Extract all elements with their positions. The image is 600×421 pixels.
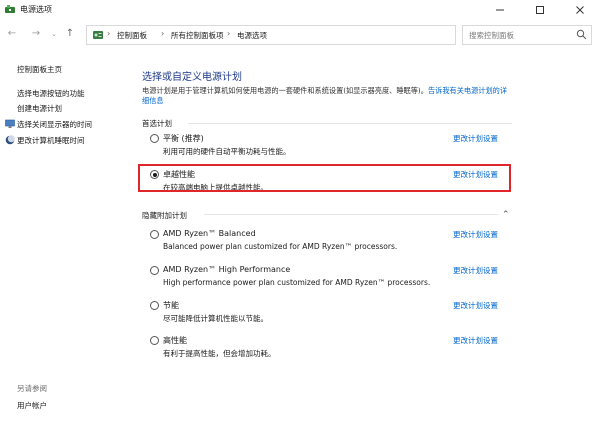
monitor-icon (5, 119, 15, 128)
hidden-plans-header: 隐藏附加计划 (142, 211, 187, 220)
maximize-icon (536, 6, 544, 14)
change-plan-settings-link[interactable]: 更改计划设置 (453, 300, 498, 311)
change-plan-settings-link[interactable]: 更改计划设置 (453, 265, 498, 276)
sidebar: 控制面板主页 选择电源按钮的功能 创建电源计划 选择关闭显示器的时间 更改计算机… (0, 46, 130, 421)
forward-button[interactable]: → (28, 26, 44, 42)
arrow-up-icon: ↑ (65, 28, 75, 39)
plan-radio-amd-high-performance[interactable] (150, 266, 159, 275)
description-text: 电源计划是用于管理计算机如何使用电源的一套硬件和系统设置(如显示器亮度、睡眠等)… (142, 86, 428, 95)
plan-name[interactable]: AMD Ryzen™ High Performance (163, 265, 290, 274)
plan-radio-amd-balanced[interactable] (150, 230, 159, 239)
main-content: 选择或自定义电源计划 电源计划是用于管理计算机如何使用电源的一套硬件和系统设置(… (130, 46, 600, 421)
address-bar[interactable]: › 控制面板 › 所有控制面板项 › 电源选项 ⌄ ↻ (86, 25, 527, 45)
power-options-window: 电源选项 ← → ⌄ ↑ › 控制面板 › 所有控制面板项 › 电源选项 搜索控… (0, 0, 600, 421)
breadcrumb-control-panel[interactable]: 控制面板 (117, 30, 147, 41)
section-divider (204, 214, 498, 215)
arrow-left-icon: ← (7, 28, 17, 39)
title-bar: 电源选项 (0, 0, 600, 20)
chevron-up-icon[interactable]: ⌃ (502, 210, 510, 220)
change-plan-settings-link[interactable]: 更改计划设置 (453, 229, 498, 240)
maximize-button[interactable] (520, 0, 560, 20)
minimize-button[interactable] (480, 0, 520, 20)
arrow-right-icon: → (31, 28, 41, 39)
sidebar-item-display-off[interactable]: 选择关闭显示器的时间 (17, 119, 92, 130)
page-description: 电源计划是用于管理计算机如何使用电源的一套硬件和系统设置(如显示器亮度、睡眠等)… (142, 86, 514, 106)
search-box[interactable]: 搜索控制面板 (462, 25, 592, 45)
search-input[interactable]: 搜索控制面板 (469, 30, 514, 41)
close-icon (576, 6, 584, 14)
plan-radio-balanced[interactable] (150, 134, 159, 143)
plan-high-performance: 高性能 有利于提高性能，但会增加功耗。 更改计划设置 (150, 334, 530, 366)
navigation-bar: ← → ⌄ ↑ › 控制面板 › 所有控制面板项 › 电源选项 ⌄ ↻ 搜索控制… (0, 24, 600, 46)
control-panel-icon (93, 31, 103, 39)
window-title: 电源选项 (20, 5, 52, 14)
preferred-plans-header: 首选计划 (142, 119, 172, 128)
breadcrumb-separator-icon: › (161, 29, 165, 38)
chevron-down-icon: ⌄ (51, 30, 57, 38)
recent-locations-button[interactable]: ⌄ (46, 26, 62, 42)
plan-description: 有利于提高性能，但会增加功耗。 (163, 349, 276, 358)
plan-amd-balanced: AMD Ryzen™ Balanced Balanced power plan … (150, 228, 530, 260)
power-options-icon (5, 5, 15, 13)
sidebar-item-sleep-time[interactable]: 更改计算机睡眠时间 (17, 135, 85, 146)
moon-icon (5, 135, 15, 145)
close-button[interactable] (560, 0, 600, 20)
plan-name[interactable]: 节能 (163, 300, 179, 311)
plan-power-saver: 节能 尽可能降低计算机性能以节能。 更改计划设置 (150, 299, 530, 331)
search-icon (576, 29, 587, 40)
plan-balanced: 平衡 (推荐) 利用可用的硬件自动平衡功耗与性能。 更改计划设置 (150, 132, 530, 164)
breadcrumb-separator-icon: › (107, 29, 111, 38)
plan-description: 利用可用的硬件自动平衡功耗与性能。 (163, 147, 291, 156)
plan-description: Balanced power plan customized for AMD R… (163, 242, 398, 251)
plan-name[interactable]: 平衡 (推荐) (163, 133, 204, 144)
breadcrumb-power-options[interactable]: 电源选项 (237, 30, 267, 41)
breadcrumb-separator-icon: › (227, 29, 231, 38)
minimize-icon (496, 9, 504, 11)
section-divider (188, 123, 512, 124)
plan-radio-high-performance[interactable] (150, 336, 159, 345)
up-button[interactable]: ↑ (62, 26, 78, 42)
sidebar-item-create-plan[interactable]: 创建电源计划 (17, 103, 62, 114)
plan-name[interactable]: AMD Ryzen™ Balanced (163, 229, 256, 238)
plan-description: 尽可能降低计算机性能以节能。 (163, 314, 268, 323)
see-also-header: 另请参阅 (17, 384, 47, 393)
sidebar-item-user-accounts[interactable]: 用户帐户 (17, 400, 47, 411)
plan-name[interactable]: 高性能 (163, 335, 187, 346)
change-plan-settings-link[interactable]: 更改计划设置 (453, 335, 498, 346)
plan-description: High performance power plan customized f… (163, 278, 431, 287)
sidebar-item-power-button[interactable]: 选择电源按钮的功能 (17, 88, 85, 99)
change-plan-settings-link[interactable]: 更改计划设置 (453, 133, 498, 144)
back-button[interactable]: ← (4, 26, 20, 42)
breadcrumb-all-items[interactable]: 所有控制面板项 (171, 30, 224, 41)
page-title: 选择或自定义电源计划 (142, 72, 242, 83)
sidebar-item-home[interactable]: 控制面板主页 (17, 64, 62, 75)
plan-radio-power-saver[interactable] (150, 301, 159, 310)
selected-plan-highlight (138, 164, 511, 192)
plan-amd-high-performance: AMD Ryzen™ High Performance High perform… (150, 264, 530, 296)
